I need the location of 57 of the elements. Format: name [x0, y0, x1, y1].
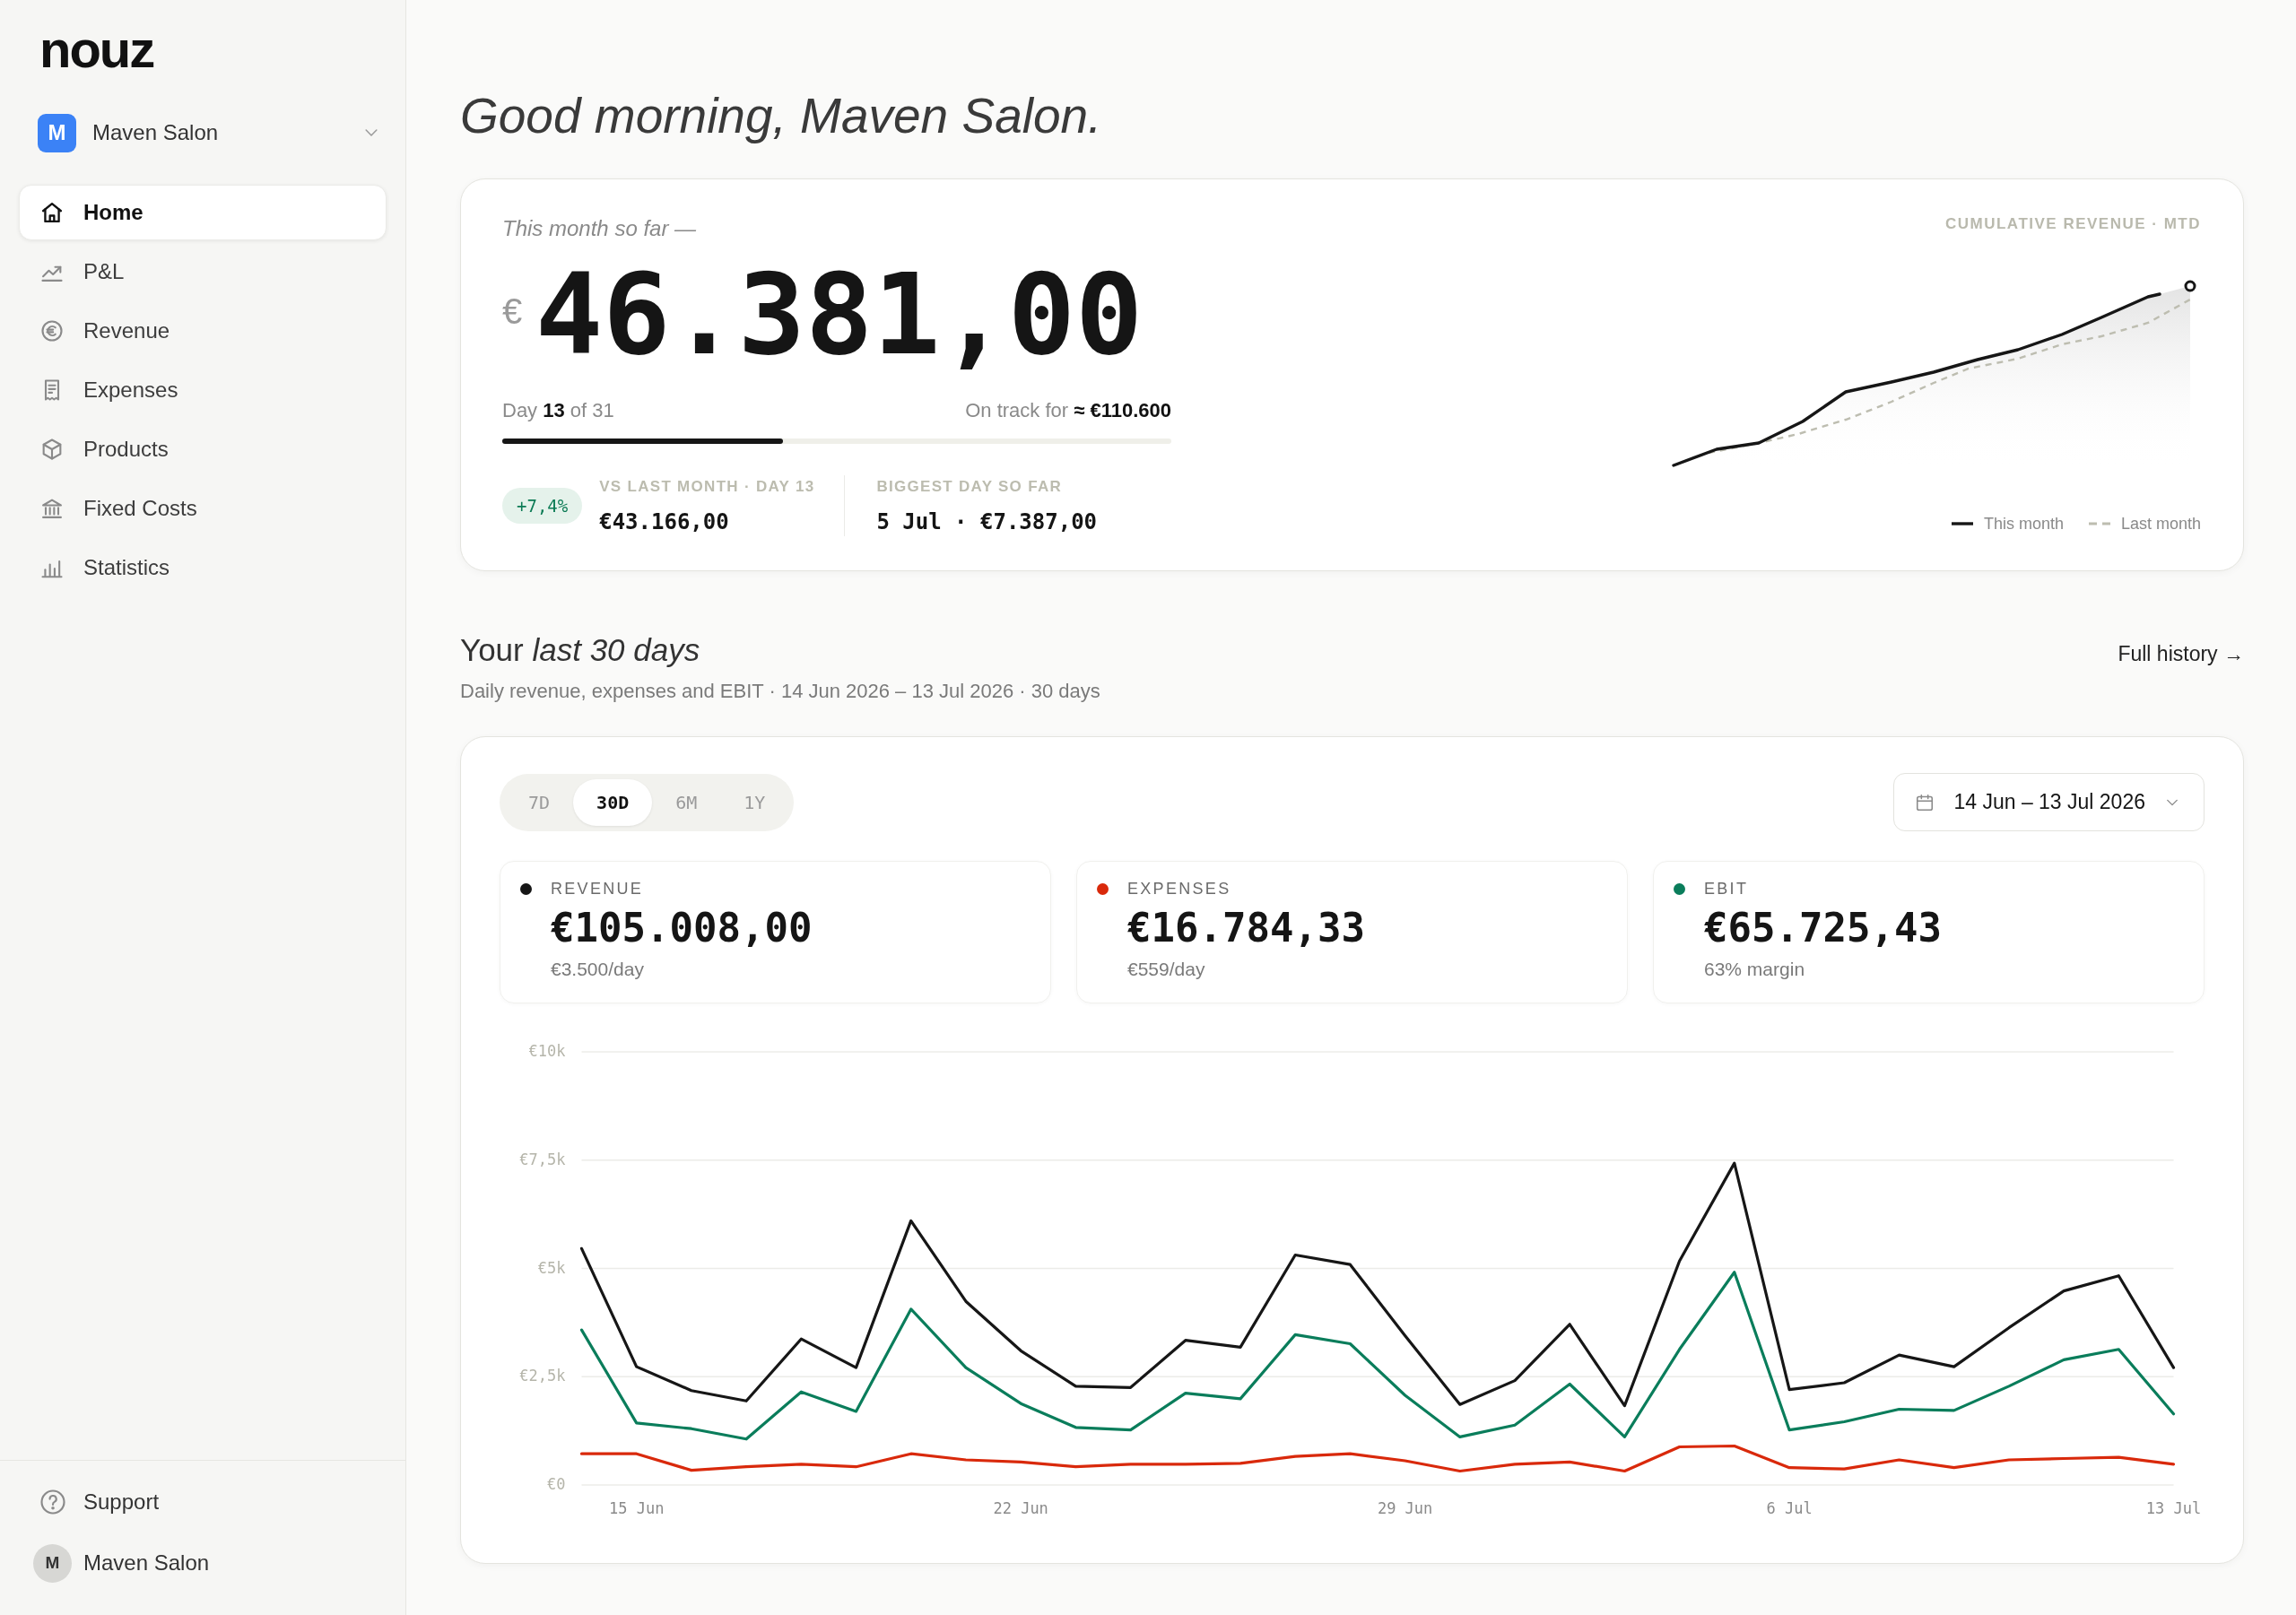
legend-label: This month [1983, 514, 2064, 534]
nav-item[interactable]: Expenses [19, 362, 387, 418]
dashed-line-icon [2088, 522, 2110, 525]
x-axis-label: 15 Jun [609, 1499, 665, 1517]
stat-value: €105.008,00 [551, 907, 813, 950]
stat-label: REVENUE [551, 880, 644, 898]
nav-item[interactable]: Revenue [19, 303, 387, 359]
solid-line-icon [1951, 522, 1973, 525]
x-axis-label: 6 Jul [1766, 1499, 1813, 1517]
forecast-text: On track for ≈ €110.600 [965, 398, 1171, 423]
nav-item[interactable]: P&L [19, 244, 387, 300]
comparison-label: BIGGEST DAY SO FAR [876, 476, 1064, 497]
x-axis-label: 29 Jun [1377, 1499, 1433, 1517]
nav-item[interactable]: Fixed Costs [19, 481, 387, 536]
home-icon [39, 200, 65, 225]
stat-subtext: €559/day [1127, 958, 1206, 981]
stat-value: €16.784,33 [1127, 907, 1366, 950]
stat-value: €65.725,43 [1704, 907, 1943, 950]
stat-label: EBIT [1704, 880, 1749, 898]
stat-subtext: 63% margin [1704, 958, 1806, 981]
euro-circle-icon [39, 318, 65, 343]
comparison-value: €43.166,00 [599, 508, 730, 535]
stat-subtext: €3.500/day [551, 958, 645, 981]
day-progress-text: Day 13 of 31 [502, 398, 614, 423]
y-axis-label: €5k [537, 1258, 566, 1277]
x-axis-label: 13 Jul [2145, 1499, 2202, 1517]
calendar-icon [1915, 792, 1935, 812]
hero-caption: This month so far — [502, 215, 698, 242]
nav-item[interactable]: Home [19, 185, 387, 240]
workspace-switcher[interactable]: M Maven Salon [38, 111, 380, 154]
y-axis-label: €0 [547, 1475, 566, 1493]
stat-label: EXPENSES [1127, 880, 1231, 898]
legend-label: Last month [2120, 514, 2201, 534]
account-menu[interactable]: M Maven Salon [0, 1541, 386, 1585]
help-icon [39, 1489, 66, 1515]
nav-item[interactable]: Statistics [19, 540, 387, 595]
workspace-avatar: M [38, 113, 76, 152]
comparison-label: VS LAST MONTH · DAY 13 [599, 476, 815, 497]
month-revenue-amount: 46.381,00 [535, 258, 1144, 370]
range-tab[interactable]: 30D [573, 778, 653, 826]
section-subtitle: Daily revenue, expenses and EBIT · 14 Jun 2026 – 13 Jul 2026 · 30 days [460, 679, 1100, 704]
section-title: Your last 30 days [460, 631, 701, 669]
logo-wordmark: nouz [39, 23, 154, 75]
y-axis-label: €10k [528, 1042, 566, 1060]
date-range-picker[interactable]: 14 Jun – 13 Jul 2026 [1893, 773, 2205, 831]
support-link[interactable]: Support [0, 1480, 386, 1524]
account-avatar: M [33, 1543, 72, 1583]
x-axis-label: 22 Jun [993, 1499, 1048, 1517]
currency-symbol: € [502, 293, 524, 329]
comparison-value: 5 Jul · €7.387,00 [876, 508, 1098, 535]
change-badge: +7,4% [502, 488, 583, 524]
y-axis-label: €2,5k [519, 1367, 566, 1385]
nav-item[interactable]: Products [19, 421, 387, 477]
y-axis-label: €7,5k [519, 1150, 566, 1168]
full-history-link[interactable]: Full history → [2118, 640, 2244, 667]
chart-title: CUMULATIVE REVENUE · MTD [1945, 215, 2201, 233]
greeting-heading: Good morning, Maven Salon. [460, 87, 1103, 145]
